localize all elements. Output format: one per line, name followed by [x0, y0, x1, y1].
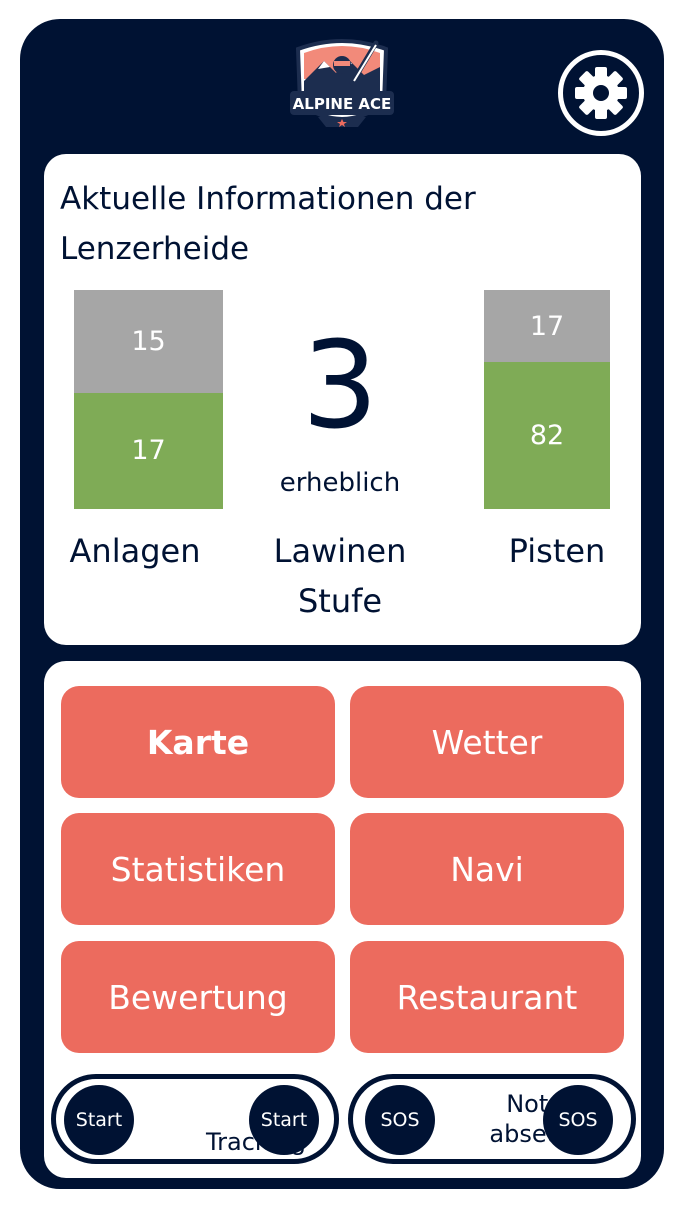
avalanche-level: 3 [301, 317, 379, 456]
sos-knob-right[interactable]: SOS [543, 1085, 613, 1155]
statistiken-button[interactable]: Statistiken [61, 813, 335, 925]
lawinen-label-line2: Stufe [297, 582, 383, 620]
lawinen-label: Lawinen Stufe [250, 526, 430, 626]
sos-knob-left[interactable]: SOS [365, 1085, 435, 1155]
avalanche-level-text: erheblich [279, 468, 401, 498]
anlagen-closed-value: 15 [131, 325, 166, 357]
lawinen-label-line1: Lawinen [273, 532, 407, 570]
gear-icon [575, 67, 627, 119]
pisten-open-segment: 82 [484, 362, 610, 509]
settings-button[interactable] [558, 50, 644, 136]
wetter-button[interactable]: Wetter [350, 686, 624, 798]
anlagen-bar: 15 17 [74, 290, 223, 509]
pisten-label: Pisten [508, 532, 606, 570]
pisten-closed-segment: 17 [484, 290, 610, 362]
anlagen-open-value: 17 [131, 435, 166, 467]
pisten-open-value: 82 [529, 420, 565, 451]
info-title: Aktuelle Informationen der Lenzerheide [60, 181, 476, 267]
restaurant-button[interactable]: Restaurant [350, 941, 624, 1053]
navi-button[interactable]: Navi [350, 813, 624, 925]
tracking-start-knob-left[interactable]: Start [64, 1085, 134, 1155]
pisten-closed-value: 17 [529, 310, 565, 342]
karte-button[interactable]: Karte [61, 686, 335, 798]
logo-text: ALPINE ACE [293, 95, 392, 113]
info-card: Aktuelle Informationen der Lenzerheide 1… [44, 154, 641, 645]
tracking-start-knob-right[interactable]: Start [249, 1085, 319, 1155]
anlagen-label: Anlagen [69, 532, 201, 570]
app-frame: ALPINE ACE Aktuelle Informationen der Le… [20, 19, 664, 1189]
alpine-ace-logo: ALPINE ACE [290, 39, 394, 127]
pisten-bar: 17 82 [484, 290, 610, 509]
bewertung-button[interactable]: Bewertung [61, 941, 335, 1053]
anlagen-closed-segment: 15 [74, 290, 223, 393]
anlagen-open-segment: 17 [74, 392, 223, 509]
notruf-toggle[interactable]: Notruf absetzen SOS SOS [348, 1074, 636, 1164]
menu-card: Karte Wetter Statistiken Navi Bewertung … [44, 661, 641, 1178]
tracking-toggle[interactable]: Tracking Start Start [51, 1074, 339, 1164]
